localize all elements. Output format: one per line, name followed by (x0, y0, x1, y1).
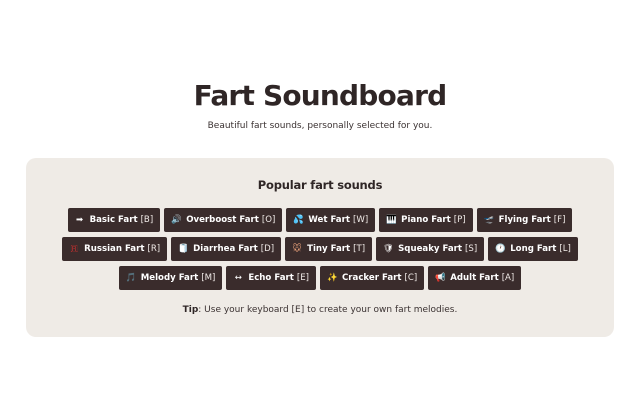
cracker-fart-button[interactable]: ✨ Cracker Fart [C] (319, 266, 425, 290)
button-shortcut: [T] (353, 244, 366, 254)
page: Fart Soundboard Beautiful fart sounds, p… (0, 0, 640, 400)
button-label: Basic Fart (89, 215, 138, 225)
button-shortcut: [A] (501, 273, 515, 283)
button-shortcut: [P] (453, 215, 466, 225)
button-label: Long Fart (510, 244, 557, 254)
flag-icon: 🇷 (70, 244, 78, 254)
page-subtitle: Beautiful fart sounds, personally select… (207, 121, 433, 131)
overboost-fart-button[interactable]: 🔊 Overboost Fart [O] (164, 208, 283, 232)
button-label: Wet Fart (308, 215, 350, 225)
clock-icon: 🕐 (495, 244, 506, 254)
paper-icon: 🧻 (178, 244, 189, 254)
button-row-1: ➡ Basic Fart [B] 🔊 Overboost Fart [O] 💦 … (26, 208, 614, 232)
button-label: Adult Fart (450, 273, 499, 283)
squeaky-fart-button[interactable]: 🛡 Squeaky Fart [S] (376, 237, 485, 261)
button-shortcut: [L] (559, 244, 571, 254)
mouse-face-icon: 🐭 (292, 244, 302, 254)
button-shortcut: [O] (261, 215, 276, 225)
piano-icon: 🎹 (386, 215, 397, 225)
sound-buttons-grid: ➡ Basic Fart [B] 🔊 Overboost Fart [O] 💦 … (26, 208, 614, 295)
button-row-3: 🎵 Melody Fart [M] ↔ Echo Fart [E] ✨ Crac… (26, 266, 614, 290)
section-heading: Popular fart sounds (257, 178, 383, 192)
tip-body: : Use your keyboard [E] to create your o… (198, 305, 458, 315)
plane-icon: 🛫 (483, 215, 495, 225)
button-shortcut: [C] (404, 273, 418, 283)
tiny-fart-button[interactable]: 🐭 Tiny Fart [T] (285, 237, 373, 261)
basic-fart-button[interactable]: ➡ Basic Fart [B] (67, 208, 161, 232)
popular-sounds-card: Popular fart sounds ➡ Basic Fart [B] 🔊 O… (26, 158, 614, 337)
button-label: Tiny Fart (307, 244, 351, 254)
piano-fart-button[interactable]: 🎹 Piano Fart [P] (379, 208, 473, 232)
melody-fart-button[interactable]: 🎵 Melody Fart [M] (118, 266, 223, 290)
button-shortcut: [E] (296, 273, 309, 283)
button-label: Cracker Fart (341, 273, 402, 283)
russian-fart-button[interactable]: 🇷 Russian Fart [R] (62, 237, 168, 261)
button-shortcut: [W] (352, 215, 369, 225)
button-shortcut: [D] (260, 244, 275, 254)
tip-label: Tip (182, 305, 199, 315)
speaker-icon: 🔊 (171, 215, 182, 225)
button-shortcut: [R] (147, 244, 161, 254)
button-shortcut: [B] (140, 215, 154, 225)
diarrhea-fart-button[interactable]: 🧻 Diarrhea Fart [D] (171, 237, 282, 261)
button-label: Piano Fart (401, 215, 451, 225)
flying-fart-button[interactable]: 🛫 Flying Fart [F] (476, 208, 573, 232)
shield-icon: 🛡 (383, 244, 394, 254)
arrow-icon: ➡ (76, 215, 84, 225)
page-title: Fart Soundboard (193, 79, 447, 112)
echo-arrows-icon: ↔ (234, 273, 242, 283)
button-shortcut: [M] (201, 273, 216, 283)
button-label: Flying Fart (498, 215, 551, 225)
button-label: Echo Fart (248, 273, 294, 283)
droplets-icon: 💦 (293, 215, 304, 225)
wet-fart-button[interactable]: 💦 Wet Fart [W] (286, 208, 376, 232)
button-label: Russian Fart (84, 244, 145, 254)
button-label: Squeaky Fart (398, 244, 463, 254)
button-row-2: 🇷 Russian Fart [R] 🧻 Diarrhea Fart [D] 🐭… (26, 237, 614, 261)
long-fart-button[interactable]: 🕐 Long Fart [L] (488, 237, 578, 261)
button-shortcut: [S] (465, 244, 478, 254)
echo-fart-button[interactable]: ↔ Echo Fart [E] (226, 266, 316, 290)
button-label: Melody Fart (140, 273, 199, 283)
megaphone-icon: 📢 (435, 273, 446, 283)
tip-text: Tip: Use your keyboard [E] to create you… (26, 304, 614, 316)
button-label: Overboost Fart (186, 215, 259, 225)
adult-fart-button[interactable]: 📢 Adult Fart [A] (428, 266, 522, 290)
button-label: Diarrhea Fart (193, 244, 258, 254)
sparkles-icon: ✨ (326, 273, 338, 283)
button-shortcut: [F] (553, 215, 566, 225)
music-icon: 🎵 (125, 273, 137, 283)
